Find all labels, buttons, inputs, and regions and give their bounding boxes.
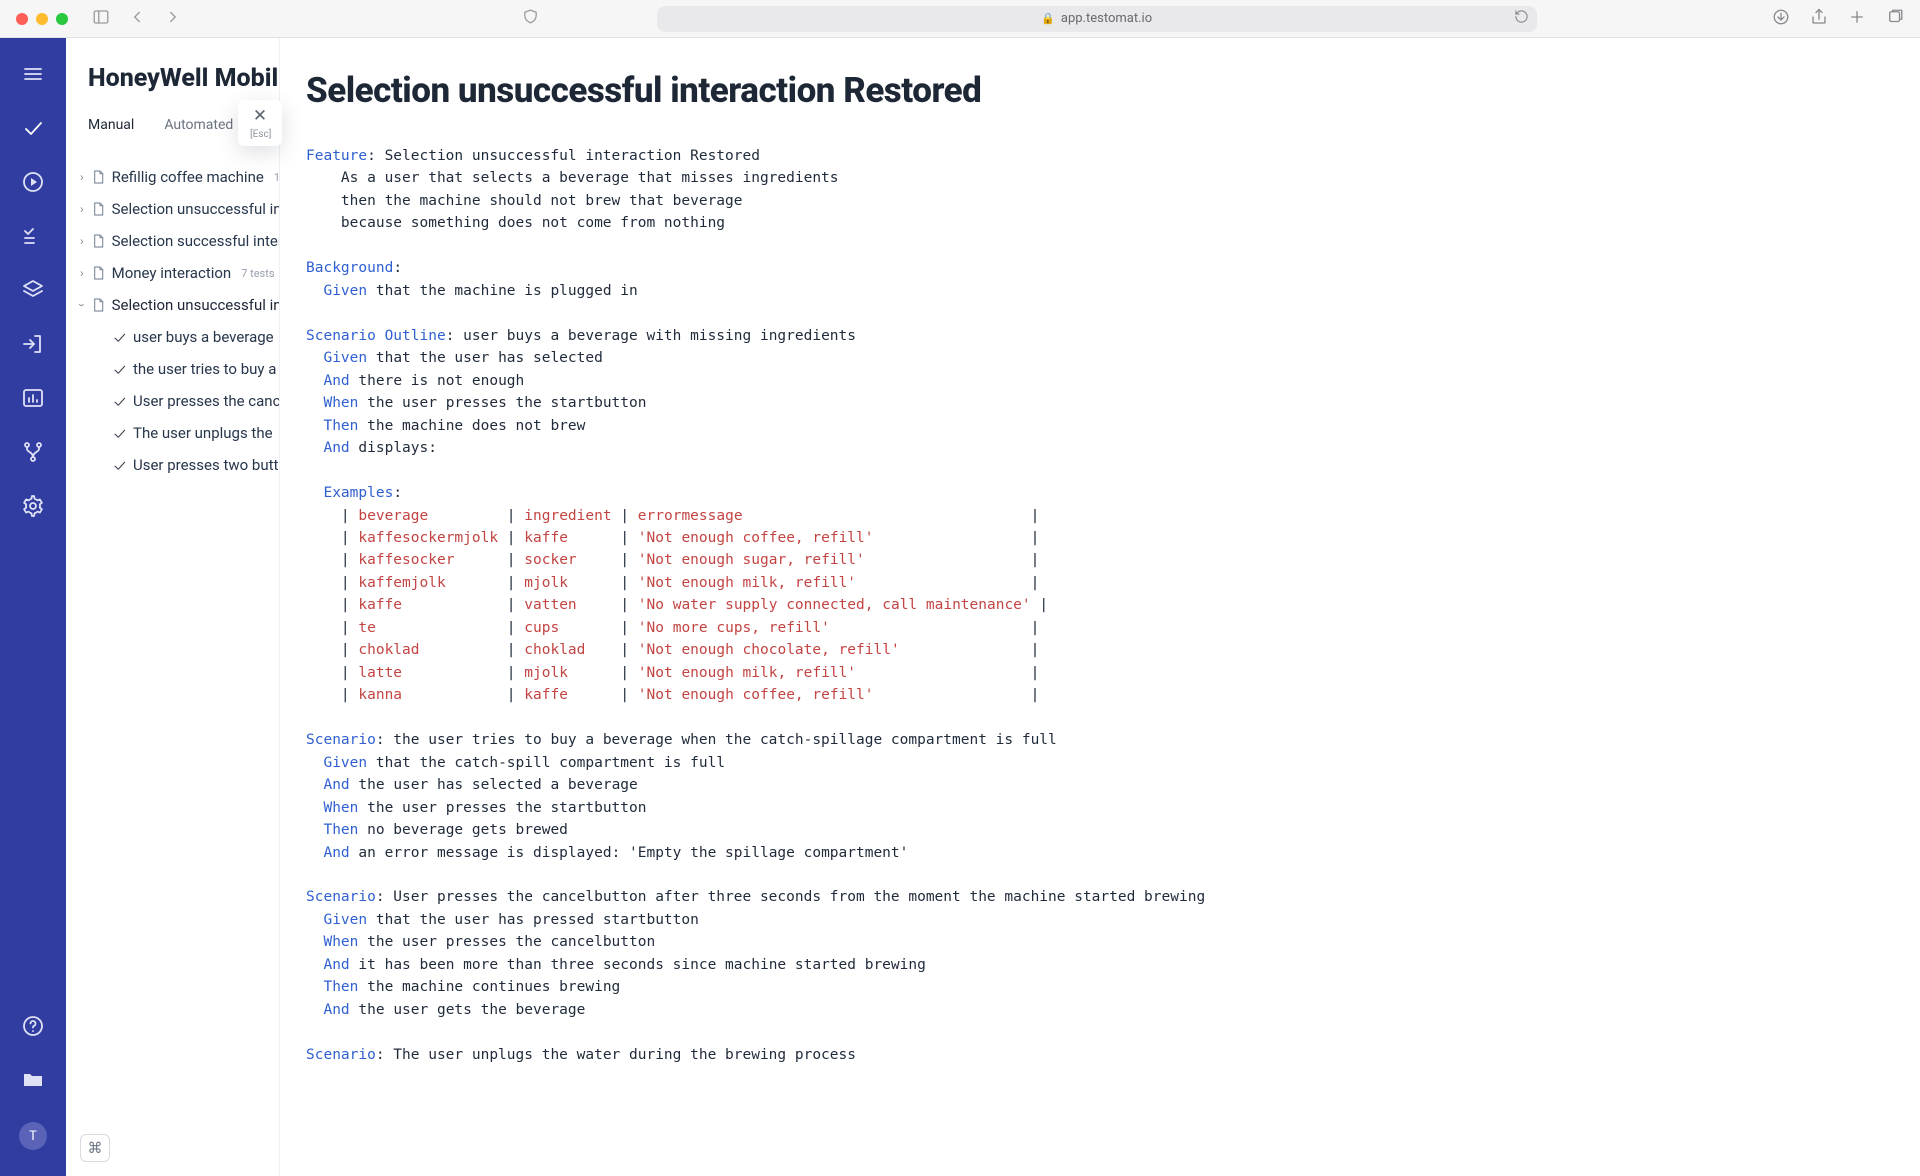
check-icon — [112, 330, 127, 345]
tree-folder-count: 7 tests — [241, 267, 274, 280]
sidebar-toggle-icon[interactable] — [92, 8, 110, 30]
browser-nav-controls — [92, 8, 182, 30]
reload-icon[interactable] — [1514, 9, 1529, 28]
address-bar[interactable]: 🔒 app.testomat.io — [657, 6, 1537, 32]
back-button[interactable] — [128, 8, 146, 30]
tree-test-label: user buys a beverage — [133, 328, 274, 346]
tree-folder-label: Selection unsuccessful int — [112, 200, 279, 218]
tab-manual[interactable]: Manual — [88, 117, 134, 141]
chevron-right-icon: › — [80, 170, 84, 184]
file-icon — [90, 201, 106, 217]
tree-folder-label: Refillig coffee machine — [112, 168, 264, 186]
tree-folder-expanded[interactable]: › Selection unsuccessful int — [72, 289, 279, 321]
tree-folder[interactable]: › Selection unsuccessful int — [72, 193, 279, 225]
check-icon — [112, 458, 127, 473]
chevron-right-icon: › — [80, 266, 84, 280]
tree-folder[interactable]: › Money interaction 7 tests — [72, 257, 279, 289]
check-icon — [112, 426, 127, 441]
close-icon: ✕ — [250, 108, 270, 125]
tree-folder-label: Selection successful inter — [112, 232, 279, 250]
nav-branch-icon[interactable] — [21, 440, 45, 464]
traffic-lights — [16, 13, 68, 25]
sidebar: HoneyWell Mobile Manual Automated › Refi… — [66, 38, 280, 1176]
tree-test-label: User presses two butt — [133, 456, 278, 474]
forward-button[interactable] — [164, 8, 182, 30]
window-maximize-button[interactable] — [56, 13, 68, 25]
nav-analytics-icon[interactable] — [21, 386, 45, 410]
nav-layers-icon[interactable] — [21, 278, 45, 302]
window-close-button[interactable] — [16, 13, 28, 25]
chevron-right-icon: › — [80, 202, 84, 216]
tree-test-label: The user unplugs the — [133, 424, 273, 442]
user-avatar[interactable]: T — [19, 1122, 47, 1150]
nav-runs-icon[interactable] — [21, 170, 45, 194]
tree-folder-count: 1 t — [274, 171, 279, 184]
new-tab-icon[interactable] — [1848, 8, 1866, 30]
download-icon[interactable] — [1772, 8, 1790, 30]
tree-folder-label: Money interaction — [112, 264, 232, 282]
browser-right-controls — [1772, 8, 1904, 30]
nav-plans-icon[interactable] — [21, 224, 45, 248]
tree-test-item[interactable]: The user unplugs the — [72, 417, 279, 449]
project-title: HoneyWell Mobile — [66, 38, 279, 93]
esc-hint: [Esc] — [250, 129, 270, 140]
nav-rail: T — [0, 38, 66, 1176]
nav-tests-icon[interactable] — [21, 116, 45, 140]
browser-chrome: 🔒 app.testomat.io — [0, 0, 1920, 38]
close-popover[interactable]: ✕ [Esc] — [238, 100, 282, 146]
tree-folder[interactable]: › Refillig coffee machine 1 t — [72, 161, 279, 193]
tree-test-item[interactable]: the user tries to buy a — [72, 353, 279, 385]
tree-folder-label: Selection unsuccessful int — [112, 296, 279, 314]
test-tree: › Refillig coffee machine 1 t › Selectio… — [66, 151, 279, 481]
tree-test-label: User presses the canc — [133, 392, 279, 410]
gherkin-source: Feature: Selection unsuccessful interact… — [306, 145, 1860, 1066]
check-icon — [112, 394, 127, 409]
lock-icon: 🔒 — [1041, 12, 1055, 25]
tab-automated[interactable]: Automated — [164, 117, 233, 141]
chevron-right-icon: › — [80, 234, 84, 248]
share-icon[interactable] — [1810, 8, 1828, 30]
chevron-down-icon: › — [75, 303, 89, 307]
nav-import-icon[interactable] — [21, 332, 45, 356]
tree-test-item[interactable]: User presses the canc — [72, 385, 279, 417]
tree-test-item[interactable]: user buys a beverage — [72, 321, 279, 353]
main-content: Selection unsuccessful interaction Resto… — [280, 38, 1920, 1176]
file-icon — [90, 297, 106, 313]
keyboard-shortcut-button[interactable]: ⌘ — [80, 1134, 110, 1162]
tree-test-item[interactable]: User presses two butt — [72, 449, 279, 481]
nav-settings-icon[interactable] — [21, 494, 45, 518]
file-icon — [90, 233, 106, 249]
nav-help-icon[interactable] — [21, 1014, 45, 1038]
check-icon — [112, 362, 127, 377]
window-minimize-button[interactable] — [36, 13, 48, 25]
page-title: Selection unsuccessful interaction Resto… — [306, 70, 1860, 111]
tabs-overview-icon[interactable] — [1886, 8, 1904, 30]
tree-test-label: the user tries to buy a — [133, 360, 276, 378]
nav-projects-icon[interactable] — [21, 1068, 45, 1092]
file-icon — [90, 265, 106, 281]
shield-icon[interactable] — [522, 8, 539, 29]
tree-folder[interactable]: › Selection successful inter — [72, 225, 279, 257]
url-host: app.testomat.io — [1061, 11, 1152, 26]
hamburger-icon[interactable] — [21, 62, 45, 86]
file-icon — [90, 169, 106, 185]
